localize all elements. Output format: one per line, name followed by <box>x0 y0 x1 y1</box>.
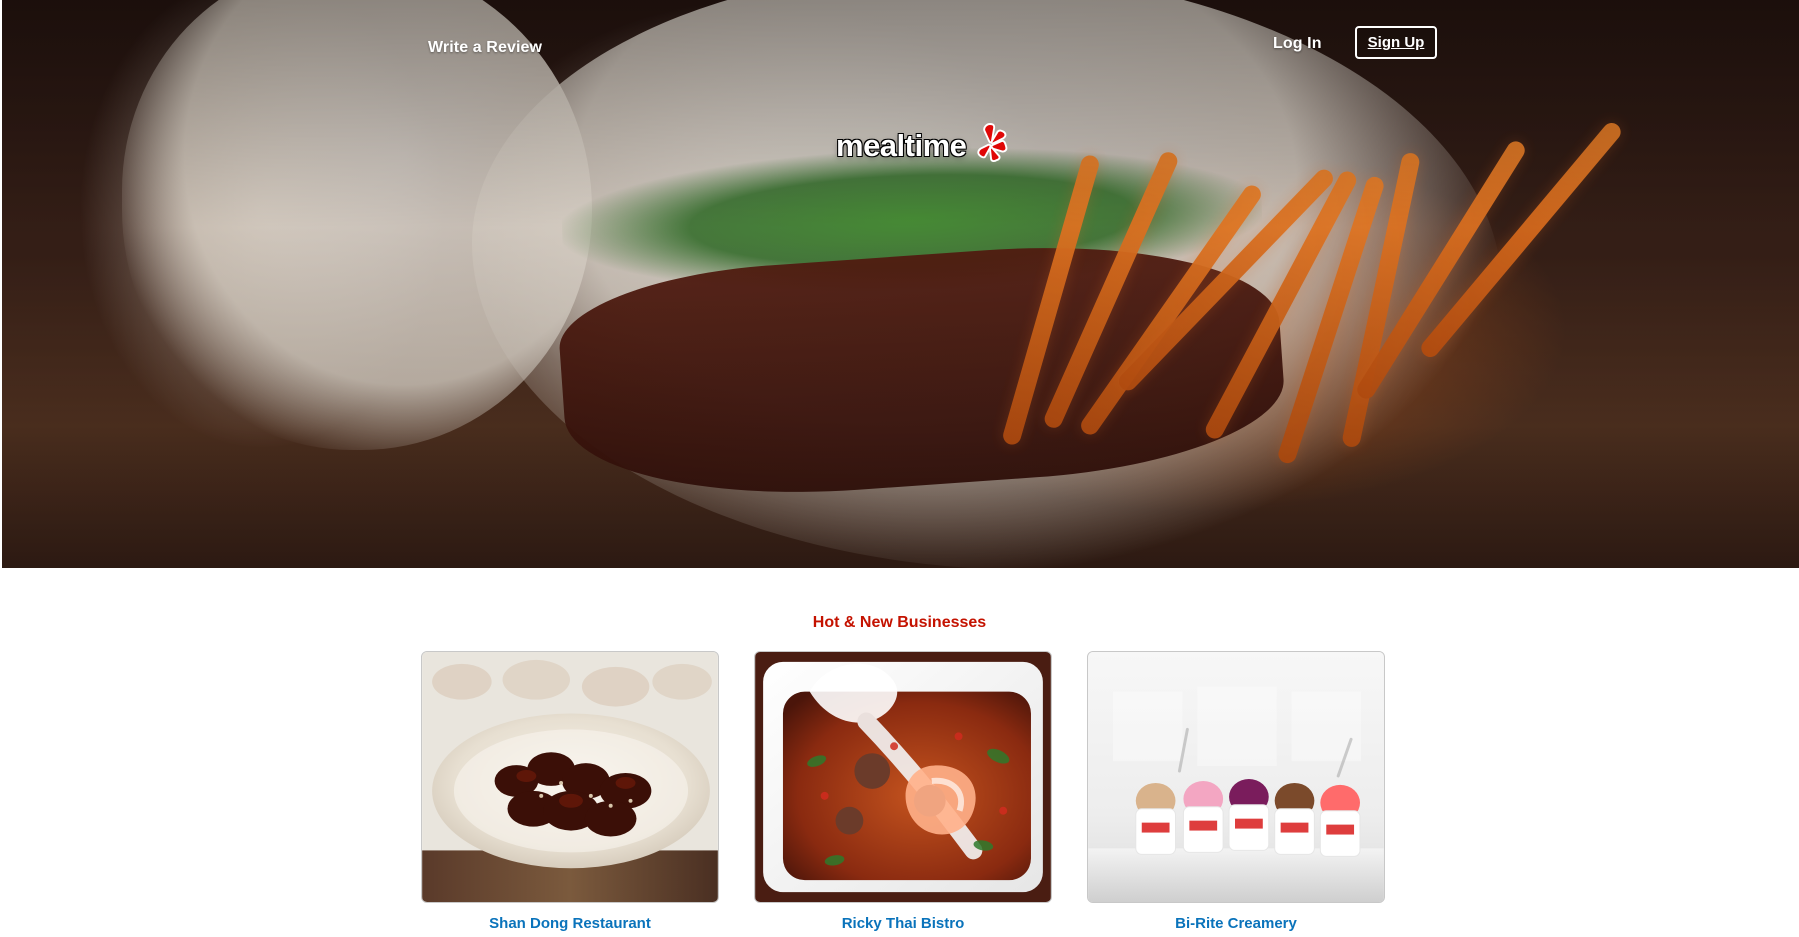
hero-banner: Write a Review Log In Sign Up mealtime <box>2 0 1799 568</box>
shan-dong-photo <box>422 652 718 902</box>
business-card-shan-dong[interactable] <box>421 651 719 903</box>
mealtime-logo[interactable]: mealtime <box>836 121 1010 171</box>
business-link-shan-dong[interactable]: Shan Dong Restaurant <box>421 915 719 932</box>
logo-wordmark: mealtime <box>836 128 967 163</box>
business-card-ricky-thai[interactable] <box>754 651 1052 903</box>
signup-button[interactable]: Sign Up <box>1355 26 1437 59</box>
business-card-bi-rite[interactable] <box>1087 651 1385 903</box>
ricky-thai-photo <box>755 652 1051 902</box>
bi-rite-photo <box>1088 652 1384 902</box>
hero-overlay <box>2 0 1799 568</box>
business-link-ricky-thai[interactable]: Ricky Thai Bistro <box>754 915 1052 932</box>
hot-new-title: Hot & New Businesses <box>812 614 987 631</box>
login-link[interactable]: Log In <box>1273 35 1322 53</box>
business-link-bi-rite[interactable]: Bi-Rite Creamery <box>1087 915 1385 932</box>
write-review-link[interactable]: Write a Review <box>428 39 542 57</box>
yelp-burst-icon <box>977 123 1008 163</box>
